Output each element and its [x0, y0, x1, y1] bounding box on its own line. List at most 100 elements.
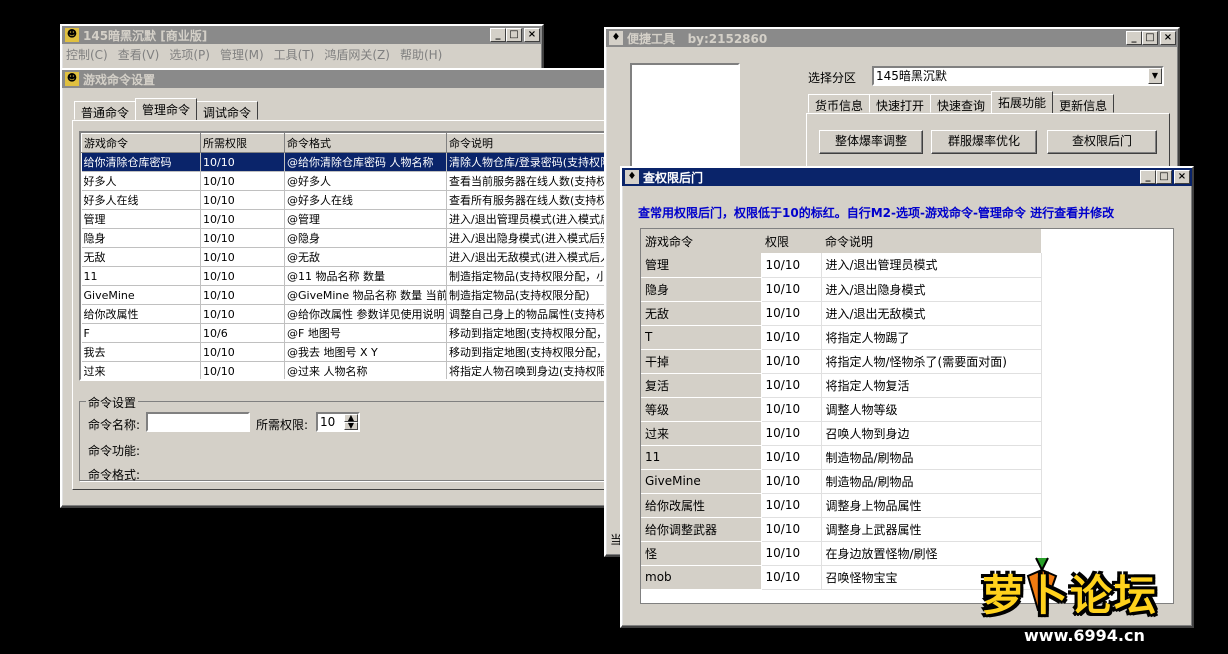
close-button[interactable]: ×: [1174, 170, 1190, 184]
menu-manage[interactable]: 管理(M): [220, 46, 264, 63]
table-cell: 给你清除仓库密码: [81, 152, 201, 172]
command-tabs: 普通命令 管理命令 调试命令: [74, 98, 259, 120]
tool-icon: ♦: [609, 31, 623, 45]
table-cell: 无敌: [641, 301, 762, 326]
spin-down-icon[interactable]: ▼: [344, 422, 358, 430]
table-row[interactable]: 11 10/10 制造物品/刷物品: [641, 445, 1042, 470]
table-cell: 过来: [81, 361, 201, 379]
table-cell: 10/10: [761, 301, 822, 326]
backdoor-table-header: 游戏命令 权限 命令说明: [641, 229, 1041, 253]
chevron-down-icon[interactable]: ▼: [1148, 68, 1162, 84]
menu-options[interactable]: 选项(P): [169, 46, 210, 63]
table-row[interactable]: GiveMine 10/10 制造物品/刷物品: [641, 469, 1042, 494]
maximize-button[interactable]: □: [1142, 31, 1158, 45]
table-cell: @过来 人物名称: [284, 361, 447, 379]
group-drop-rate-button[interactable]: 群服爆率优化: [931, 130, 1037, 154]
menu-gateway[interactable]: 鸿盾网关(Z): [324, 46, 390, 63]
table-cell: 10/10: [200, 285, 285, 305]
table-row[interactable]: 无敌 10/10 进入/退出无敌模式: [641, 301, 1042, 326]
table-row[interactable]: 给你调整武器 10/10 调整身上武器属性: [641, 517, 1042, 542]
column-header[interactable]: 游戏命令: [81, 133, 201, 153]
close-button[interactable]: ×: [524, 28, 540, 42]
menu-tools[interactable]: 工具(T): [274, 46, 315, 63]
minimize-button[interactable]: _: [1126, 31, 1142, 45]
table-cell: 进入/退出管理员模式: [821, 253, 1042, 278]
tool-tab-panel: 整体爆率调整 群服爆率优化 查权限后门: [806, 113, 1170, 173]
table-cell: 10/10: [761, 445, 822, 470]
table-cell: GiveMine: [641, 469, 762, 494]
table-cell: @给你改属性 参数详见使用说明: [284, 304, 447, 324]
table-cell: @给你清除仓库密码 人物名称: [284, 152, 447, 172]
table-cell: 干掉: [641, 349, 762, 374]
tool-title: 便捷工具: [627, 31, 676, 46]
backdoor-table-frame: 游戏命令 权限 命令说明 管理 10/10 进入/退出管理员模式 隐身 10/10 进入/…: [640, 228, 1174, 604]
table-cell: 10/10: [200, 247, 285, 267]
table-cell: @隐身: [284, 228, 447, 248]
tool-titlebar[interactable]: ♦ 便捷工具 by:2152860 _ □ ×: [606, 29, 1178, 47]
menu-view[interactable]: 查看(V): [118, 46, 160, 63]
table-cell: 10/10: [761, 565, 822, 590]
main-app-titlebar[interactable]: ☻ 145暗黑沉默 [商业版] _ □ ×: [62, 26, 542, 44]
tab-update-info[interactable]: 更新信息: [1052, 94, 1115, 113]
zone-select[interactable]: 145暗黑沉默: [872, 66, 1164, 86]
table-cell: 10/10: [761, 541, 822, 566]
check-backdoor-button[interactable]: 查权限后门: [1047, 130, 1157, 154]
table-row[interactable]: 等级 10/10 调整人物等级: [641, 397, 1042, 422]
table-row[interactable]: 管理 10/10 进入/退出管理员模式: [641, 253, 1042, 278]
table-cell: 10/10: [200, 304, 285, 324]
menu-help[interactable]: 帮助(H): [400, 46, 442, 63]
maximize-button[interactable]: □: [506, 28, 522, 42]
table-row[interactable]: T 10/10 将指定人物踢了: [641, 325, 1042, 350]
column-header[interactable]: 命令格式: [284, 133, 447, 153]
tab-normal-commands[interactable]: 普通命令: [74, 101, 137, 120]
table-cell: 调整身上物品属性: [821, 493, 1042, 518]
table-cell: 10/6: [200, 323, 285, 343]
table-cell: 10/10: [200, 152, 285, 172]
table-row[interactable]: 怪 10/10 在身边放置怪物/刷怪: [641, 541, 1042, 566]
backdoor-check-titlebar[interactable]: ♦ 查权限后门 _ □ ×: [622, 168, 1192, 186]
command-name-input[interactable]: [146, 412, 250, 432]
command-settings-group: 命令设置 命令名称: 所需权限: 10 ▲ ▼ 命令功能: 命令格式:: [79, 394, 639, 482]
table-cell: 进入/退出无敌模式: [821, 301, 1042, 326]
table-cell: 将指定人物复活: [821, 373, 1042, 398]
tab-debug-commands[interactable]: 调试命令: [196, 101, 259, 120]
tab-quick-query[interactable]: 快速查询: [930, 94, 993, 113]
table-cell: 制造物品/刷物品: [821, 469, 1042, 494]
menu-control[interactable]: 控制(C): [66, 46, 108, 63]
column-header[interactable]: 所需权限: [200, 133, 285, 153]
overall-drop-rate-button[interactable]: 整体爆率调整: [819, 130, 923, 154]
table-row[interactable]: 过来 10/10 召唤人物到身边: [641, 421, 1042, 446]
column-header[interactable]: 游戏命令: [641, 229, 761, 253]
column-header[interactable]: 权限: [761, 229, 821, 253]
table-cell: @11 物品名称 数量: [284, 266, 447, 286]
backdoor-notice: 查常用权限后门，权限低于10的标红。自行M2-选项-游戏命令-管理命令 进行查看…: [638, 206, 1115, 220]
table-row[interactable]: 干掉 10/10 将指定人物/怪物杀了(需要面对面): [641, 349, 1042, 374]
permission-label: 所需权限:: [256, 418, 309, 432]
tab-quick-open[interactable]: 快速打开: [869, 94, 932, 113]
table-cell: 10/10: [761, 373, 822, 398]
table-cell: @F 地图号: [284, 323, 447, 343]
forum-url: www.6994.cn: [1024, 626, 1145, 645]
table-cell: 调整人物等级: [821, 397, 1042, 422]
tool-author: by:2152860: [687, 31, 768, 46]
table-cell: 10/10: [761, 469, 822, 494]
minimize-button[interactable]: _: [490, 28, 506, 42]
tab-currency-info[interactable]: 货币信息: [808, 94, 871, 113]
minimize-button[interactable]: _: [1140, 170, 1156, 184]
column-header[interactable]: 命令说明: [821, 229, 1041, 253]
table-cell: @好多人在线: [284, 190, 447, 210]
permission-spinner-buttons[interactable]: ▲ ▼: [344, 414, 358, 430]
table-row[interactable]: 隐身 10/10 进入/退出隐身模式: [641, 277, 1042, 302]
table-row[interactable]: 复活 10/10 将指定人物复活: [641, 373, 1042, 398]
close-button[interactable]: ×: [1160, 31, 1176, 45]
table-cell: @跟踪 人物名称: [285, 381, 447, 382]
zone-label: 选择分区: [808, 71, 857, 85]
table-row[interactable]: mob 10/10 召唤怪物宝宝: [641, 565, 1042, 590]
tab-extensions[interactable]: 拓展功能: [991, 91, 1054, 113]
table-cell: 隐身: [641, 277, 762, 302]
table-cell: 好多人在线: [81, 190, 201, 210]
tab-admin-commands[interactable]: 管理命令: [135, 98, 198, 120]
table-row[interactable]: 给你改属性 10/10 调整身上物品属性: [641, 493, 1042, 518]
maximize-button[interactable]: □: [1156, 170, 1172, 184]
command-function-label: 命令功能:: [88, 444, 141, 458]
